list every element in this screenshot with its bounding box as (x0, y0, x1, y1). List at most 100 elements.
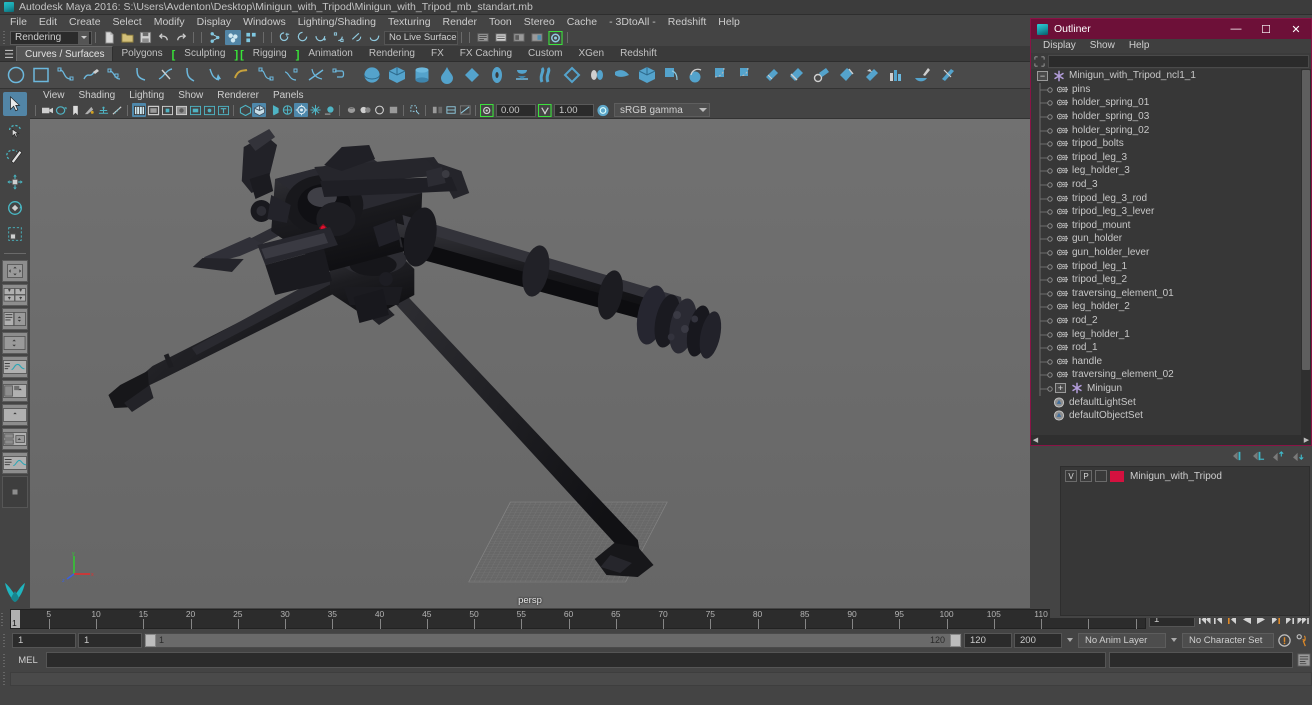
snap-curve-icon[interactable] (295, 30, 311, 45)
undo-button[interactable] (155, 30, 171, 45)
shelf-tab-rendering[interactable]: Rendering (360, 46, 423, 61)
safe-action-icon[interactable] (174, 103, 188, 117)
resolution-gate-icon[interactable] (132, 103, 146, 117)
time-slider[interactable]: 1 5 10 15 20 25 30 35 40 45 50 55 60 65 70 75 80 85 90 95 1… (10, 609, 1146, 629)
outliner-item[interactable]: gun_holder_lever (1031, 246, 1301, 261)
two-sided-lighting-icon[interactable] (430, 103, 444, 117)
curve-attach-icon[interactable] (179, 63, 203, 87)
menu-edit[interactable]: Edit (33, 15, 63, 29)
menu-stereo[interactable]: Stereo (518, 15, 561, 29)
maximize-icon[interactable]: ☐ (1251, 19, 1281, 39)
outliner-item[interactable]: − Minigun_with_Tripod_ncl1_1 (1031, 69, 1301, 83)
outliner-item[interactable]: traversing_element_01 (1031, 286, 1301, 301)
loft-icon[interactable] (535, 63, 559, 87)
anim-layer-arrow-icon[interactable] (1168, 633, 1180, 648)
snap-point-icon[interactable] (313, 30, 329, 45)
command-input[interactable] (46, 652, 1106, 668)
new-layer-icon[interactable] (1232, 450, 1246, 465)
nurbs-torus-icon[interactable] (485, 63, 509, 87)
smooth-shade-icon[interactable] (252, 103, 266, 117)
sculpt-surface-icon[interactable] (910, 63, 934, 87)
layout-custom-button[interactable] (2, 476, 28, 508)
expand-icon[interactable]: + (1055, 383, 1066, 394)
outliner-titlebar[interactable]: Outliner — ☐ ✕ (1031, 19, 1311, 39)
outliner-item[interactable]: tripod_mount (1031, 218, 1301, 233)
auto-keyframe-toggle[interactable] (1276, 632, 1292, 648)
xray-joints-icon[interactable] (202, 103, 216, 117)
shelf-tab-fx[interactable]: FX (423, 46, 452, 61)
move-tool-button[interactable] (3, 170, 27, 194)
save-scene-button[interactable] (137, 30, 153, 45)
shelf-tab-custom[interactable]: Custom (520, 46, 571, 61)
layer-visibility-checkbox[interactable]: V (1065, 470, 1077, 482)
measure-icon[interactable] (110, 103, 124, 117)
extrude-icon[interactable] (585, 63, 609, 87)
outliner-item[interactable]: leg_holder_2 (1031, 300, 1301, 315)
surface-intersect-icon[interactable] (835, 63, 859, 87)
commandline-grip[interactable] (2, 652, 8, 668)
outliner-item[interactable]: handle (1031, 354, 1301, 369)
anim-start-field[interactable]: 1 (12, 632, 76, 648)
wireframe-on-shaded-icon[interactable] (444, 103, 458, 117)
live-surface-field[interactable]: No Live Surface (384, 30, 458, 45)
camera-attributes-icon[interactable] (40, 103, 54, 117)
open-scene-button[interactable] (119, 30, 135, 45)
outliner-vertical-scrollbar[interactable] (1301, 69, 1311, 435)
surface-detach-icon[interactable] (785, 63, 809, 87)
revolve-icon[interactable] (510, 63, 534, 87)
menu-display[interactable]: Display (191, 15, 237, 29)
square-surface-icon[interactable] (660, 63, 684, 87)
color-space-dropdown[interactable]: sRGB gamma (614, 103, 710, 117)
shelf-menu-icon[interactable]: ☰ (2, 47, 16, 61)
current-time-indicator[interactable]: 1 (11, 610, 20, 628)
command-language-label[interactable]: MEL (13, 655, 43, 666)
outliner-window[interactable]: Outliner — ☐ ✕ Display Show Help − Minigu… (1030, 18, 1312, 446)
layout-graph-editor-button[interactable] (2, 356, 28, 378)
aa-icon[interactable] (358, 103, 372, 117)
select-component-button[interactable] (243, 30, 259, 45)
lasso-tool-button[interactable] (3, 118, 27, 142)
snap-grid-icon[interactable] (277, 30, 293, 45)
curve-extend-icon[interactable] (279, 63, 303, 87)
panel-menu-lighting[interactable]: Lighting (122, 89, 171, 102)
gamma-field[interactable]: 1.00 (554, 103, 594, 117)
outliner-item[interactable]: defaultObjectSet (1031, 409, 1301, 423)
shadows-icon[interactable] (308, 103, 322, 117)
cv-curve-icon[interactable] (54, 63, 78, 87)
menu-modify[interactable]: Modify (148, 15, 191, 29)
perspective-viewport[interactable]: y x z persp (30, 119, 1030, 608)
layer-type-checkbox[interactable] (1095, 470, 1107, 482)
motion-blur-icon[interactable] (344, 103, 358, 117)
outliner-horizontal-scrollbar[interactable]: ◀ ▶ (1031, 435, 1311, 445)
panel-menu-view[interactable]: View (36, 89, 72, 102)
outliner-item[interactable]: tripod_leg_3_rod (1031, 191, 1301, 206)
outliner-item[interactable]: rod_3 (1031, 178, 1301, 193)
select-hierarchy-button[interactable] (207, 30, 223, 45)
outliner-item[interactable]: pins (1031, 82, 1301, 97)
outliner-item[interactable]: tripod_leg_1 (1031, 259, 1301, 274)
layout-hypergraph-button[interactable] (2, 428, 28, 450)
layer-row[interactable]: V P Minigun_with_Tripod (1061, 469, 1309, 483)
scroll-right-icon[interactable]: ▶ (1302, 436, 1311, 445)
menu-render[interactable]: Render (437, 15, 483, 29)
wireframe-shading-icon[interactable] (238, 103, 252, 117)
menu-lighting-shading[interactable]: Lighting/Shading (292, 15, 382, 29)
rangeslider-grip[interactable] (2, 632, 8, 648)
attribute-editor-icon[interactable] (475, 30, 491, 45)
layout-fourview-button[interactable] (2, 284, 28, 306)
surface-fillet-icon[interactable] (810, 63, 834, 87)
bookmark-camera-icon[interactable] (54, 103, 68, 117)
shelf-tab-polygons[interactable]: Polygons (113, 46, 171, 61)
panel-menu-panels[interactable]: Panels (266, 89, 311, 102)
surface-editor-icon[interactable] (935, 63, 959, 87)
snap-viewplane-icon[interactable] (349, 30, 365, 45)
trim-icon[interactable] (710, 63, 734, 87)
shelf-tab-fx-caching[interactable]: FX Caching (451, 46, 521, 61)
nurbs-plane-icon[interactable] (460, 63, 484, 87)
panel-menu-renderer[interactable]: Renderer (210, 89, 266, 102)
isolate-select-icon[interactable] (408, 103, 422, 117)
collapse-icon[interactable]: − (1037, 70, 1048, 81)
select-object-button[interactable] (225, 30, 241, 45)
menu-select[interactable]: Select (107, 15, 148, 29)
layout-persp-graph2-button[interactable] (2, 452, 28, 474)
